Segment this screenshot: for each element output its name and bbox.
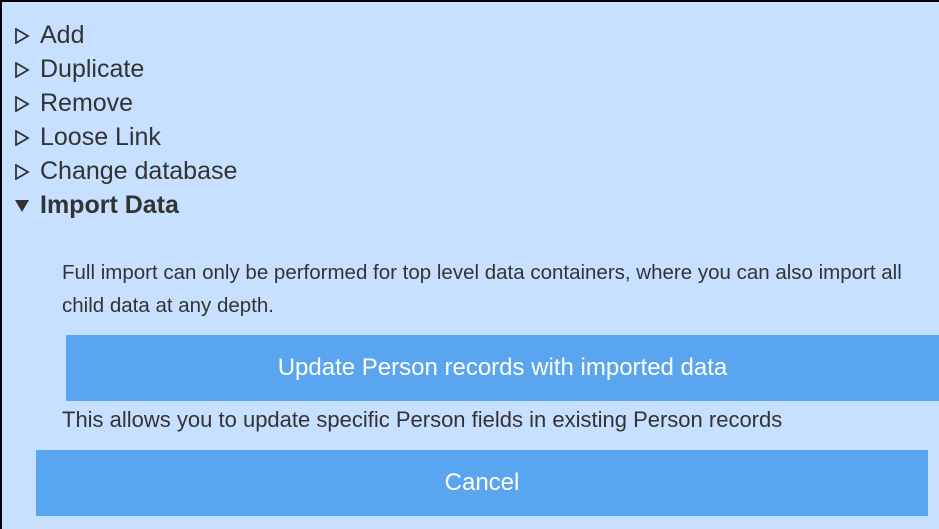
triangle-right-outline-icon xyxy=(10,121,40,153)
triangle-right-outline-icon xyxy=(10,53,40,85)
import-description: Full import can only be performed for to… xyxy=(62,261,902,317)
accordion-item-label: Add xyxy=(40,21,85,49)
update-person-records-button[interactable]: Update Person records with imported data xyxy=(66,335,939,401)
action-panel: Add Duplicate Remove Loose Link Change d… xyxy=(0,0,939,529)
update-note: This allows you to update specific Perso… xyxy=(62,407,783,432)
accordion-item-remove[interactable]: Remove xyxy=(10,87,133,119)
accordion-item-import-data[interactable]: Import Data xyxy=(10,189,179,221)
cancel-button[interactable]: Cancel xyxy=(36,450,928,516)
accordion-item-label: Duplicate xyxy=(40,55,145,83)
accordion-item-label: Import Data xyxy=(40,191,179,219)
accordion-item-change-database[interactable]: Change database xyxy=(10,155,237,187)
triangle-right-outline-icon xyxy=(10,19,40,51)
accordion-item-add[interactable]: Add xyxy=(10,19,84,51)
accordion-item-label: Loose Link xyxy=(40,123,161,151)
accordion-item-label: Change database xyxy=(40,157,238,185)
triangle-right-outline-icon xyxy=(10,87,40,119)
accordion-item-label: Remove xyxy=(40,89,134,117)
accordion-item-loose-link[interactable]: Loose Link xyxy=(10,121,161,153)
triangle-down-filled-icon xyxy=(10,189,40,221)
triangle-right-outline-icon xyxy=(10,155,40,187)
accordion-item-duplicate[interactable]: Duplicate xyxy=(10,53,144,85)
